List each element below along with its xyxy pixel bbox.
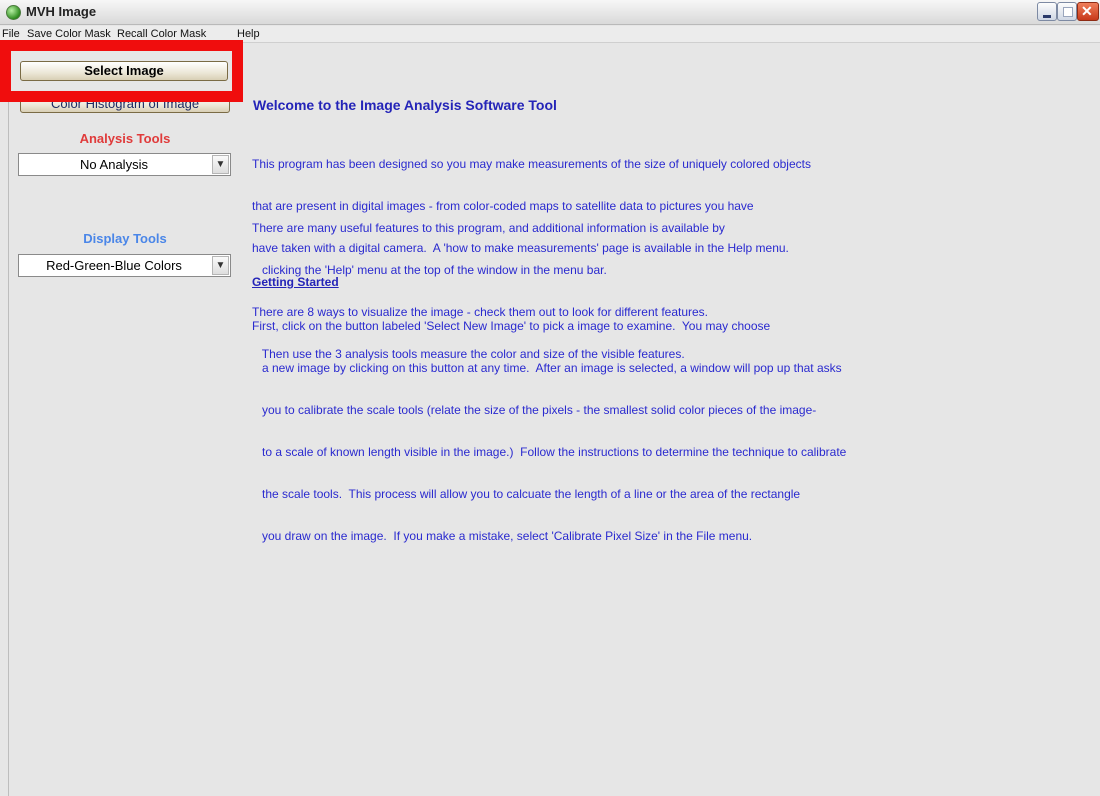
chevron-down-icon[interactable]: ▼ bbox=[212, 155, 229, 174]
chevron-down-icon[interactable]: ▼ bbox=[212, 256, 229, 275]
app-icon bbox=[6, 5, 21, 20]
getting-started-heading: Getting Started bbox=[252, 275, 339, 289]
minimize-icon bbox=[1043, 15, 1051, 18]
maximize-button[interactable] bbox=[1057, 2, 1077, 21]
window-title: MVH Image bbox=[26, 4, 97, 19]
close-button[interactable]: ✕ bbox=[1077, 2, 1099, 21]
highlight-box bbox=[0, 40, 243, 102]
welcome-heading: Welcome to the Image Analysis Software T… bbox=[253, 97, 557, 113]
menu-file[interactable]: File bbox=[2, 28, 20, 40]
analysis-tools-select[interactable]: No Analysis ▼ bbox=[18, 153, 231, 176]
window-left-border bbox=[8, 42, 9, 796]
menu-recall-color-mask[interactable]: Recall Color Mask bbox=[117, 28, 206, 40]
display-tools-select[interactable]: Red-Green-Blue Colors ▼ bbox=[18, 254, 231, 277]
text-line: This program has been designed so you ma… bbox=[252, 157, 811, 171]
getting-started-paragraph: First, click on the button labeled 'Sele… bbox=[252, 291, 846, 557]
text-line: a new image by clicking on this button a… bbox=[252, 361, 842, 375]
text-line: you to calibrate the scale tools (relate… bbox=[252, 403, 817, 417]
analysis-tools-label: Analysis Tools bbox=[79, 131, 171, 146]
display-selected-value: Red-Green-Blue Colors bbox=[46, 258, 182, 273]
menu-save-color-mask[interactable]: Save Color Mask bbox=[27, 28, 111, 40]
analysis-selected-value: No Analysis bbox=[80, 157, 148, 172]
minimize-button[interactable] bbox=[1037, 2, 1057, 21]
title-bar: MVH Image ✕ bbox=[0, 0, 1100, 25]
text-line: the scale tools. This process will allow… bbox=[252, 487, 801, 501]
text-line: to a scale of known length visible in th… bbox=[252, 445, 847, 459]
menu-help[interactable]: Help bbox=[237, 28, 260, 40]
maximize-icon bbox=[1063, 7, 1073, 17]
close-icon: ✕ bbox=[1081, 3, 1093, 19]
text-line: There are many useful features to this p… bbox=[252, 221, 725, 235]
text-line: First, click on the button labeled 'Sele… bbox=[252, 319, 771, 333]
display-tools-label: Display Tools bbox=[83, 231, 167, 246]
text-line: you draw on the image. If you make a mis… bbox=[252, 529, 753, 543]
